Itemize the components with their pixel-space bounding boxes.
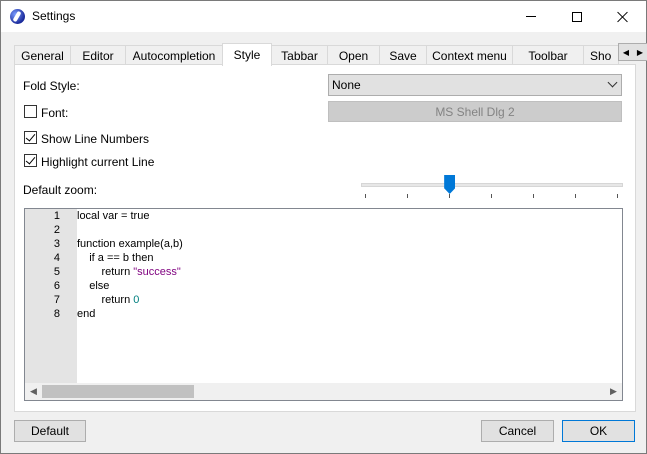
code-line: if a == b then — [77, 252, 153, 264]
slider-tick — [449, 194, 450, 198]
tab-toolbar[interactable]: Toolbar — [512, 45, 584, 65]
line-number-gutter: 1 2 3 4 5 6 7 8 — [25, 209, 77, 383]
tab-autocompletion[interactable]: Autocompletion — [125, 45, 223, 65]
scrollbar-thumb[interactable] — [42, 385, 194, 398]
zoom-slider[interactable] — [359, 175, 625, 201]
code-line: else — [77, 280, 109, 292]
tab-save[interactable]: Save — [379, 45, 427, 65]
window-title: Settings — [32, 9, 76, 23]
title-bar[interactable]: Settings — [1, 1, 646, 32]
line-number: 3 — [53, 238, 60, 250]
font-label: Font: — [41, 106, 69, 120]
slider-tick — [491, 194, 492, 198]
code-line: end — [77, 308, 95, 320]
slider-tick — [533, 194, 534, 198]
code-line: function example(a,b) — [77, 238, 183, 250]
font-checkbox[interactable] — [24, 105, 37, 118]
tab-scroll-right-icon[interactable]: ▶ — [633, 44, 647, 60]
code-token: end — [77, 308, 96, 320]
app-logo-icon — [10, 9, 25, 24]
ok-button[interactable]: OK — [562, 420, 635, 442]
tab-bar: General Editor Autocompletion Style Tabb… — [14, 43, 647, 66]
code-preview-editor[interactable]: 1 2 3 4 5 6 7 8 local var = true function exampl… — [24, 208, 623, 401]
line-number: 7 — [53, 294, 60, 306]
line-number: 6 — [53, 280, 60, 292]
slider-tick — [365, 194, 366, 198]
settings-window: Settings General Editor Autocompletion S… — [0, 0, 647, 454]
tab-style[interactable]: Style — [222, 43, 272, 66]
highlight-current-line-checkbox[interactable] — [24, 154, 37, 167]
fold-style-label: Fold Style: — [23, 79, 80, 93]
minimize-icon — [526, 16, 536, 17]
default-zoom-label: Default zoom: — [23, 183, 98, 197]
cancel-button[interactable]: Cancel — [481, 420, 554, 442]
tab-scroll-buttons: ◀ ▶ — [618, 43, 647, 61]
tab-shortcuts[interactable]: Sho — [583, 45, 619, 65]
chevron-down-icon — [607, 77, 618, 88]
string-token: "success" — [133, 266, 181, 278]
code-line: local var = true — [77, 210, 149, 222]
zoom-slider-track — [361, 183, 623, 187]
line-number: 2 — [53, 224, 60, 236]
code-token: return — [77, 266, 134, 278]
fold-style-dropdown[interactable]: None — [328, 74, 622, 96]
code-token: local var = true — [77, 210, 150, 222]
close-button[interactable] — [600, 1, 646, 32]
scroll-left-icon[interactable]: ◀ — [25, 383, 42, 400]
tab-editor[interactable]: Editor — [70, 45, 126, 65]
font-picker-button[interactable]: MS Shell Dlg 2 — [328, 101, 622, 122]
show-line-numbers-checkbox[interactable] — [24, 131, 37, 144]
tab-scroll-left-icon[interactable]: ◀ — [619, 44, 633, 60]
line-number: 5 — [53, 266, 60, 278]
tab-general[interactable]: General — [14, 45, 71, 65]
highlight-current-line-label: Highlight current Line — [41, 155, 155, 169]
horizontal-scrollbar[interactable]: ◀ ▶ — [25, 383, 622, 400]
close-icon — [617, 11, 629, 23]
fold-style-value: None — [332, 78, 361, 92]
line-number: 4 — [53, 252, 60, 264]
tab-context-menu[interactable]: Context menu — [426, 45, 513, 65]
code-token: else — [77, 280, 110, 292]
show-line-numbers-label: Show Line Numbers — [41, 132, 150, 146]
minimize-button[interactable] — [508, 1, 554, 32]
tab-open[interactable]: Open — [327, 45, 380, 65]
tab-tabbar[interactable]: Tabbar — [271, 45, 328, 65]
zoom-slider-thumb[interactable] — [444, 175, 456, 194]
slider-tick — [407, 194, 408, 198]
maximize-button[interactable] — [554, 1, 600, 32]
scroll-right-icon[interactable]: ▶ — [605, 383, 622, 400]
number-token: 0 — [133, 294, 140, 306]
code-token: return — [77, 294, 134, 306]
slider-tick — [575, 194, 576, 198]
code-line: return 0 — [77, 294, 139, 306]
default-button[interactable]: Default — [14, 420, 86, 442]
line-number: 1 — [53, 210, 60, 222]
code-token: if a == b then — [77, 252, 154, 264]
code-line: return "success" — [77, 266, 181, 278]
line-number: 8 — [53, 308, 60, 320]
code-token: function example(a,b) — [77, 238, 183, 250]
slider-tick — [617, 194, 618, 198]
maximize-icon — [572, 11, 582, 22]
